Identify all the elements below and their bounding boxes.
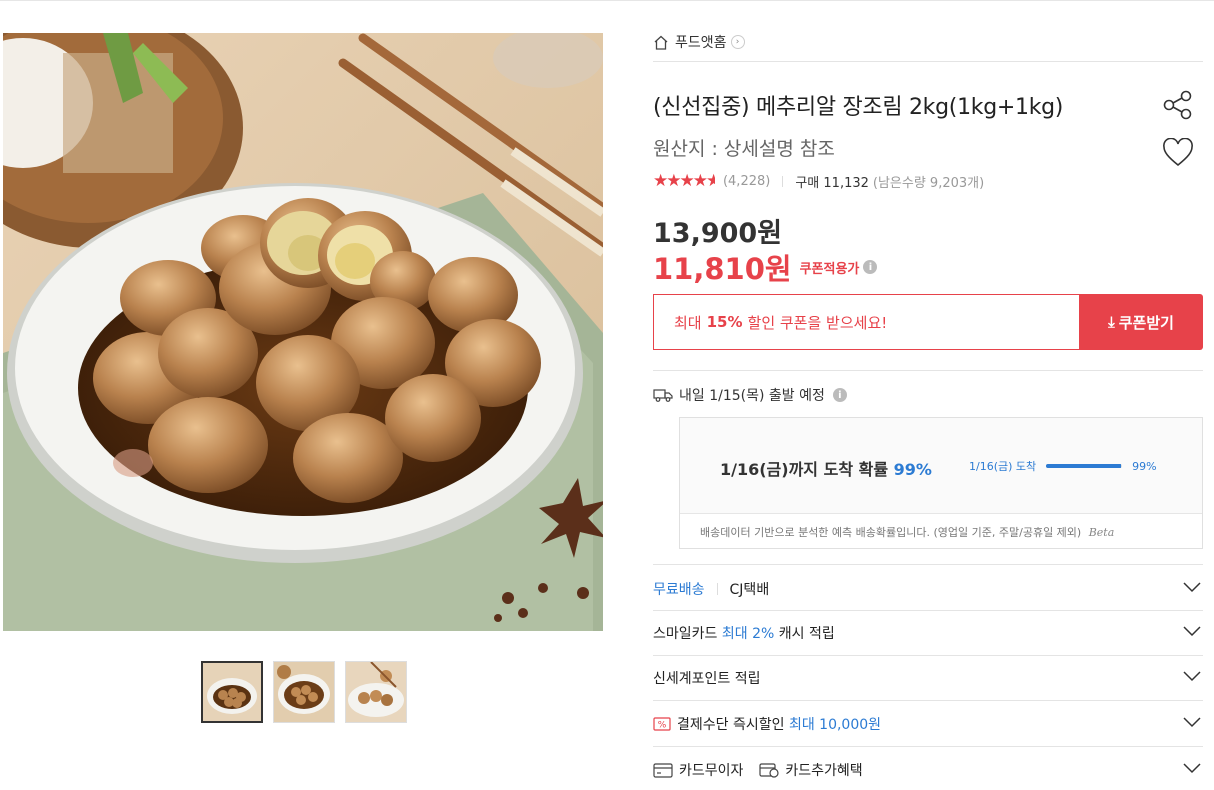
get-coupon-label: 쿠폰받기: [1118, 313, 1174, 332]
sale-price: 11,810원: [653, 252, 792, 286]
product-origin: 원산지 : 상세설명 참조: [653, 138, 835, 160]
thumbnail-3[interactable]: [345, 661, 407, 723]
review-count[interactable]: (4,228): [723, 174, 770, 189]
divider: [653, 61, 1203, 62]
quail-egg-dish-illustration: [3, 33, 603, 631]
card-plus-icon: [759, 762, 780, 778]
separator: [782, 175, 784, 187]
coupon-text-pre: 최대: [674, 313, 702, 332]
chevron-right-icon: ›: [730, 35, 745, 49]
thumbnail-2-image: [274, 662, 334, 722]
shipping-header: 내일 1/15(목) 출발 예정 i: [653, 385, 847, 405]
rating-row: ★★★★★ (4,228) 구매 11,132 (남은수량 9,203개): [653, 171, 984, 191]
store-home-link[interactable]: 푸드앳홈 ›: [653, 31, 745, 53]
arrival-bar-value: 99%: [1132, 459, 1157, 473]
coupon-percent: 15%: [706, 313, 743, 331]
coupon-banner: 최대 15% 할인 쿠폰을 받으세요!: [653, 294, 1079, 350]
free-shipping-label: 무료배송: [653, 582, 705, 598]
sale-price-row: 11,810원 쿠폰적용가 i: [653, 246, 878, 288]
chevron-down-icon: [1183, 626, 1201, 637]
home-icon: [654, 35, 668, 50]
original-price: 13,900원: [653, 218, 783, 249]
truck-icon: [653, 389, 673, 402]
main-product-image[interactable]: [3, 33, 603, 631]
arrival-bar-label: 1/16(금) 도착: [969, 460, 1037, 473]
payment-discount-max: 최대 10,000원: [788, 717, 882, 733]
coupon-price-label: 쿠폰적용가: [799, 261, 860, 277]
divider: [653, 700, 1203, 701]
shipping-method-row[interactable]: 무료배송 CJ택배: [653, 567, 1203, 611]
arrival-progress-bar: [1046, 464, 1123, 468]
info-icon[interactable]: i: [863, 260, 878, 274]
download-icon: ⤓: [1108, 313, 1115, 331]
separator: [716, 583, 718, 595]
arrival-probability: 1/16(금)까지 도착 확률 99%: [720, 456, 932, 480]
shipping-date-text: 내일 1/15(목) 출발 예정: [679, 388, 825, 404]
thumbnail-2[interactable]: [273, 661, 335, 723]
info-icon[interactable]: i: [832, 388, 847, 402]
product-title: (신선집중) 메추리알 장조림 2kg(1kg+1kg): [653, 95, 1064, 120]
wishlist-button[interactable]: [1162, 137, 1194, 172]
purchase-count: 구매 11,132: [795, 175, 869, 191]
divider: [653, 370, 1203, 371]
card-extra-benefit-label: 카드추가혜택: [785, 763, 863, 779]
divider: [653, 746, 1203, 747]
card-installment-label: 카드무이자: [679, 763, 744, 779]
coupon-text-post: 할인 쿠폰을 받으세요!: [747, 313, 888, 332]
thumbnail-1[interactable]: [201, 661, 263, 723]
card-benefits-row[interactable]: 카드무이자 카드추가혜택: [653, 748, 1203, 790]
share-button[interactable]: [1162, 90, 1194, 124]
card-icon: [653, 762, 673, 778]
beta-badge: Beta: [1088, 526, 1115, 539]
thumbnail-1-image: [203, 663, 261, 721]
thumbnail-strip: [201, 661, 407, 723]
ssg-point-label: 신세계포인트 적립: [653, 671, 761, 687]
arrival-text: 1/16(금)까지 도착 확률: [720, 460, 889, 479]
smile-card-row[interactable]: 스마일카드 최대 2% 캐시 적립: [653, 611, 1203, 655]
delivery-note-text: 배송데이터 기반으로 분석한 예측 배송확률입니다. (영업일 기준, 주말/공…: [700, 526, 1082, 539]
delivery-note: 배송데이터 기반으로 분석한 예측 배송확률입니다. (영업일 기준, 주말/공…: [700, 524, 1114, 540]
arrival-progress-fill: [1046, 464, 1122, 468]
chevron-down-icon: [1183, 717, 1201, 728]
delivery-probability-box: 1/16(금)까지 도착 확률 99% 1/16(금) 도착 99% 배송데이터…: [679, 417, 1203, 549]
divider: [653, 564, 1203, 565]
svg-text:%: %: [658, 721, 667, 731]
share-icon: [1163, 90, 1192, 120]
smile-card-rate: 최대 2%: [721, 626, 775, 642]
arrival-percent: 99%: [893, 460, 932, 479]
delivery-probability-main: 1/16(금)까지 도착 확률 99% 1/16(금) 도착 99%: [680, 418, 1202, 514]
chevron-down-icon: [1183, 763, 1201, 774]
arrival-bar-row: 1/16(금) 도착 99%: [969, 458, 1157, 474]
rating-stars[interactable]: ★★★★★: [653, 171, 715, 191]
get-coupon-button[interactable]: ⤓ 쿠폰받기: [1079, 294, 1203, 350]
chevron-down-icon: [1183, 671, 1201, 682]
smile-card-suffix: 캐시 적립: [778, 626, 835, 642]
store-name: 푸드앳홈: [675, 35, 727, 51]
remaining-stock: (남은수량 9,203개): [872, 175, 985, 191]
payment-discount-label: 결제수단 즉시할인: [677, 717, 785, 733]
ssg-point-row[interactable]: 신세계포인트 적립: [653, 656, 1203, 700]
smile-card-label: 스마일카드: [653, 626, 718, 642]
carrier-name: CJ택배: [729, 582, 770, 598]
thumbnail-3-image: [346, 662, 406, 722]
product-info-panel: 푸드앳홈 › (신선집중) 메추리알 장조림 2kg(1kg+1kg) 원산지 …: [653, 0, 1203, 790]
heart-icon: [1163, 137, 1193, 167]
chevron-down-icon: [1183, 582, 1201, 593]
payment-discount-row[interactable]: % 결제수단 즉시할인 최대 10,000원: [653, 702, 1203, 746]
discount-tag-icon: %: [653, 717, 671, 731]
